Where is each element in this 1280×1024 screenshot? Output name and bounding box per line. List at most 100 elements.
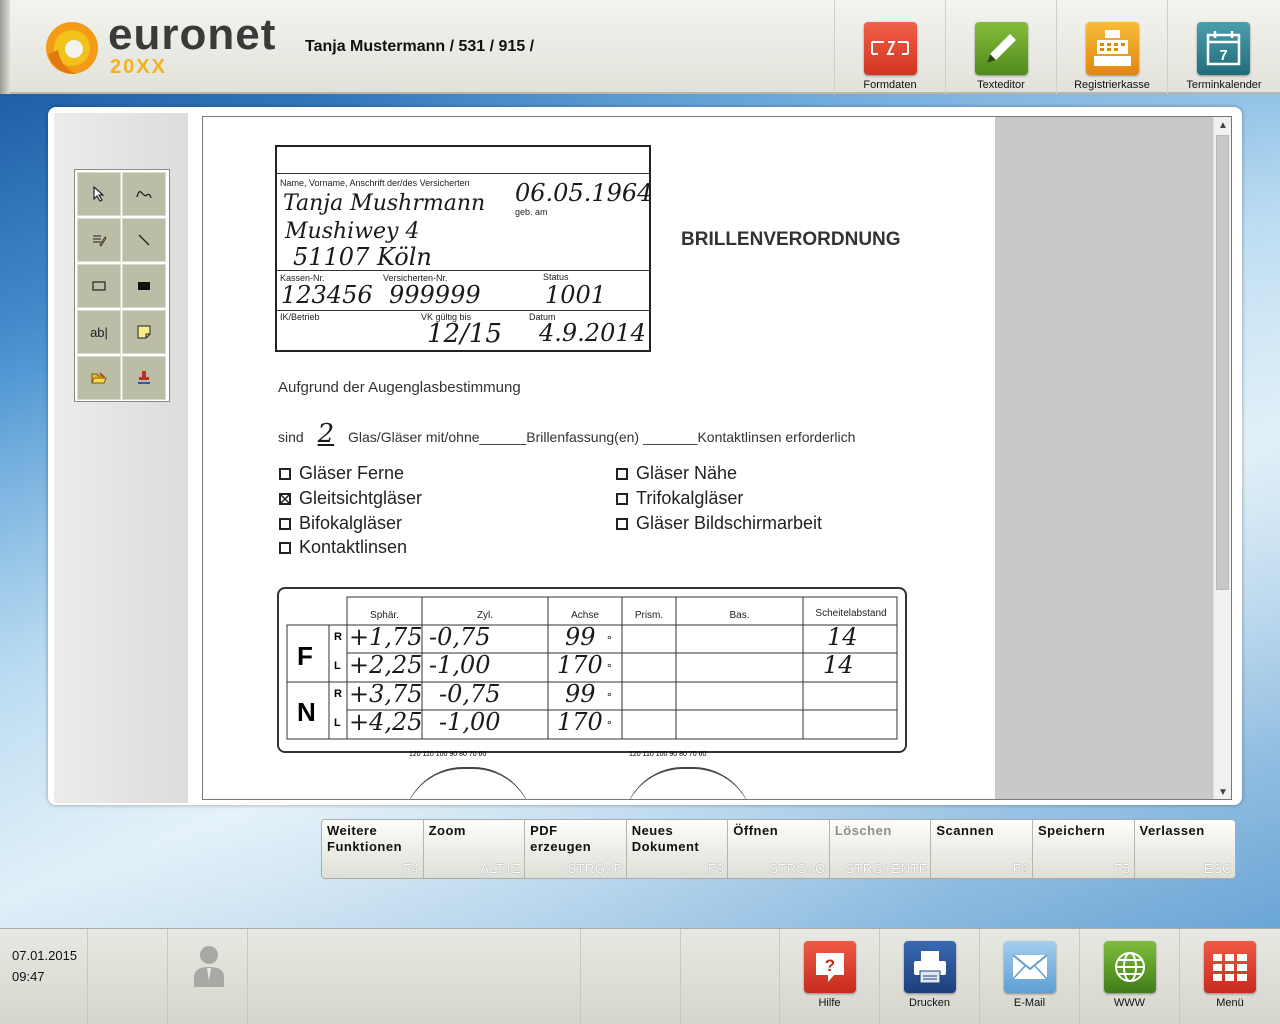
document-viewer[interactable]: Name, Vorname, Anschrift der/des Versich… <box>202 116 1232 800</box>
zoom-button[interactable]: Zoom ALT+Z <box>423 820 526 878</box>
highlighter-tool[interactable] <box>77 218 121 262</box>
ik-betrieb-label: IK/Betrieb <box>280 312 320 322</box>
email-button[interactable]: E-Mail <box>979 929 1079 1024</box>
verlassen-button[interactable]: Verlassen ESC <box>1134 820 1235 878</box>
current-date: 07.01.2015 <box>12 948 78 963</box>
sind-prefix: sind <box>278 429 304 445</box>
neues-dokument-button[interactable]: Neues Dokument F3 <box>626 820 729 878</box>
handwritten-kassen-nr: 123456 <box>281 281 373 309</box>
header-sphaer: Sphär. <box>370 610 399 621</box>
brand-name: euronet <box>108 10 277 59</box>
scannen-button[interactable]: Scannen F9 <box>931 820 1033 878</box>
user-button[interactable] <box>167 929 247 1024</box>
row-group-f: F <box>297 641 313 671</box>
document-panel: ab| Name, Vorname, Anschrift der/des Ver… <box>48 107 1242 805</box>
cell-sph: +3,75 <box>349 680 423 708</box>
cell-sph: +1,75 <box>349 623 423 651</box>
cash-register-icon <box>1086 22 1139 75</box>
annotation-toolbox: ab| <box>74 169 170 402</box>
checkbox-box <box>279 468 291 480</box>
shortcut-key: F3 <box>708 861 725 876</box>
button-label: Scannen <box>936 823 995 838</box>
header-prism: Prism. <box>634 610 664 621</box>
checkbox-label: Gleitsichtgläser <box>299 488 423 508</box>
terminkalender-button[interactable]: 7 Terminkalender <box>1167 0 1280 94</box>
formdaten-icon <box>864 22 917 75</box>
current-time: 09:47 <box>12 969 45 984</box>
pointer-tool[interactable] <box>77 172 121 216</box>
sind-rest: Glas/Gläser mit/ohne______Brillenfassung… <box>348 429 856 445</box>
protractor-right: 120 110 100 90 80 70 60 <box>623 751 753 799</box>
sticky-note-tool[interactable] <box>122 310 166 354</box>
cell-zyl: -1,00 <box>439 708 501 736</box>
degree-mark: ° <box>607 633 612 647</box>
rectangle-outline-tool[interactable] <box>77 264 121 308</box>
www-label: WWW <box>1113 997 1146 1009</box>
hilfe-button[interactable]: ? Hilfe <box>779 929 879 1024</box>
scroll-down-icon[interactable]: ▼ <box>1218 787 1228 798</box>
formdaten-button[interactable]: Formdaten <box>834 0 945 94</box>
button-label: Öffnen <box>733 823 779 838</box>
side-label: R <box>334 688 342 700</box>
cell-achse: 99 <box>565 680 596 708</box>
checkbox-kontaktlinsen: Kontaktlinsen <box>279 537 407 558</box>
svg-text:7: 7 <box>1219 47 1227 64</box>
open-folder-tool[interactable] <box>77 356 121 400</box>
texteditor-button[interactable]: Texteditor <box>945 0 1056 94</box>
highlighter-icon <box>78 219 120 261</box>
line-tool[interactable] <box>122 218 166 262</box>
loeschen-button[interactable]: Löschen STRG+ENTF <box>829 820 932 878</box>
shortcut-key: F5 <box>1114 861 1131 876</box>
text-icon: ab| <box>90 324 108 340</box>
shortcut-key: ESC <box>1203 861 1233 876</box>
button-label: Löschen <box>834 823 892 838</box>
shortcut-key: STRG+ENTF <box>845 861 928 876</box>
svg-text:?: ? <box>825 956 835 975</box>
checkbox-bifokalglaeser: Bifokalgläser <box>279 513 402 534</box>
weitere-funktionen-button[interactable]: Weitere Funktionen F4 <box>322 820 424 878</box>
side-label: L <box>334 717 341 729</box>
rectangle-filled-icon <box>123 265 165 307</box>
hilfe-label: Hilfe <box>818 997 841 1009</box>
terminkalender-label: Terminkalender <box>1186 79 1262 91</box>
cell-scheitel: 14 <box>827 623 858 651</box>
oeffnen-button[interactable]: Öffnen STRG+O <box>728 820 830 878</box>
header-zyl: Zyl. <box>476 610 494 621</box>
protractor-scale: 120 110 100 90 80 70 60 <box>629 751 707 758</box>
freehand-tool[interactable] <box>122 172 166 216</box>
checkbox-box <box>616 468 628 480</box>
dob-label: geb. am <box>515 207 548 217</box>
checkbox-label: Gläser Nähe <box>636 463 738 483</box>
registrierkasse-button[interactable]: Registrierkasse <box>1056 0 1167 94</box>
stamp-tool[interactable] <box>122 356 166 400</box>
vertical-scrollbar[interactable]: ▲ ▼ <box>1213 117 1231 799</box>
footer-bar: 07.01.2015 09:47 ? Hilfe Drucken E-Mail <box>0 928 1280 1024</box>
checkbox-box-checked <box>279 493 291 505</box>
datetime-display: 07.01.2015 09:47 <box>12 945 77 987</box>
text-tool[interactable]: ab| <box>77 310 121 354</box>
euronet-logo-icon <box>46 22 98 74</box>
handwritten-city: 51107 Köln <box>293 243 432 271</box>
checkbox-gleitsichtglaeser: Gleitsichtgläser <box>279 488 422 509</box>
checkbox-label: Kontaktlinsen <box>299 537 408 557</box>
drucken-button[interactable]: Drucken <box>879 929 979 1024</box>
rectangle-filled-tool[interactable] <box>122 264 166 308</box>
speichern-button[interactable]: Speichern F5 <box>1032 820 1135 878</box>
checkbox-label: Gläser Ferne <box>299 463 405 483</box>
cell-achse: 170 <box>557 708 603 736</box>
calendar-icon: 7 <box>1197 22 1250 75</box>
www-button[interactable]: WWW <box>1079 929 1179 1024</box>
menu-label: Menü <box>1216 997 1244 1009</box>
scroll-thumb[interactable] <box>1216 135 1229 590</box>
button-label: Weitere Funktionen <box>327 823 403 854</box>
document-title: BRILLENVERORDNUNG <box>681 229 901 250</box>
checkbox-box <box>279 518 291 530</box>
open-folder-icon <box>78 357 120 399</box>
prescription-intro: Aufgrund der Augenglasbestimmung <box>278 379 521 396</box>
button-label: Zoom <box>428 823 466 838</box>
pdf-erzeugen-button[interactable]: PDF erzeugen STRG+P <box>525 820 627 878</box>
scroll-up-icon[interactable]: ▲ <box>1218 120 1228 131</box>
menu-button[interactable]: Menü <box>1179 929 1280 1024</box>
cell-achse: 170 <box>557 651 603 679</box>
lens-values-table: Sphär. Zyl. Achse Prism. Bas. Scheitelab… <box>277 587 907 753</box>
